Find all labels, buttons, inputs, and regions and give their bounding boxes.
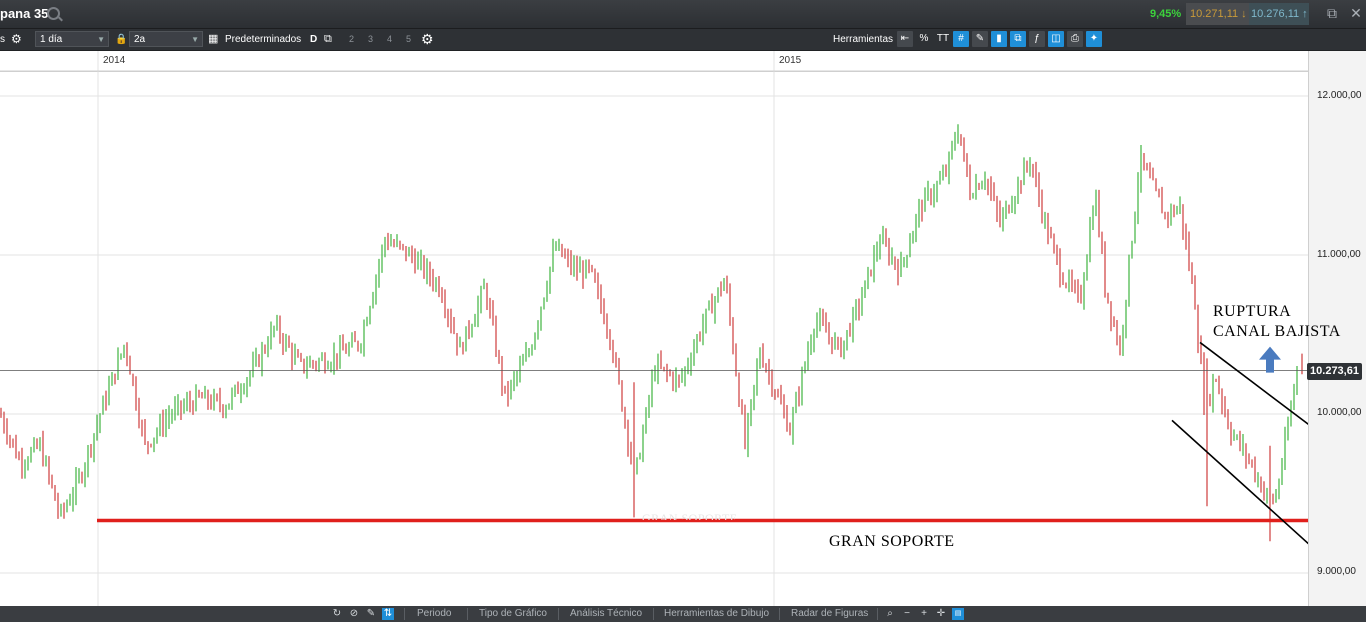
- zoom-search-icon[interactable]: ⌕: [884, 608, 896, 620]
- settings-gear-icon[interactable]: ⚙: [11, 29, 22, 50]
- buy-price: 10.276,11: [1251, 8, 1300, 20]
- price-chart[interactable]: [0, 51, 1308, 606]
- breakout-annotation-line1: RUPTURA: [1213, 303, 1292, 320]
- divider: [877, 608, 878, 620]
- faded-support-annotation: GRAN SOPORTE: [642, 511, 738, 520]
- interval-select[interactable]: 1 día ▼: [35, 31, 109, 47]
- sort-icon[interactable]: ⇅: [382, 608, 394, 620]
- pencil-icon[interactable]: ✎: [365, 608, 377, 620]
- percent-button[interactable]: %: [916, 31, 932, 47]
- candle-icon[interactable]: ▮: [991, 31, 1007, 47]
- range-select[interactable]: 2a ▼: [129, 31, 203, 47]
- crosshair-back-icon[interactable]: ⇤: [897, 31, 913, 47]
- sell-price: 10.271,11: [1190, 8, 1239, 20]
- buy-price-button[interactable]: 10.276,11 ↑: [1249, 3, 1309, 25]
- down-arrow-icon: ↓: [1238, 8, 1247, 20]
- breakout-arrow-icon: [1259, 346, 1281, 373]
- bottom-bar: ↻ ⊘ ✎ ⇅ Periodo Tipo de Gráfico Análisis…: [0, 606, 1366, 622]
- chart-toolbar: s ⚙ 1 día ▼ 🔒 2a ▼ ▦ Predeterminados D ⧉ 2…: [0, 29, 1366, 51]
- lock-icon[interactable]: 🔒: [115, 29, 127, 50]
- divider: [404, 608, 405, 620]
- divider: [653, 608, 654, 620]
- grid-icon[interactable]: #: [953, 31, 969, 47]
- interval-value: 1 día: [40, 34, 63, 45]
- preset-settings-gear-icon[interactable]: ⚙: [421, 29, 434, 50]
- menu-period[interactable]: Periodo: [417, 608, 451, 619]
- indicator-icon[interactable]: ƒ: [1029, 31, 1045, 47]
- preset-export-icon[interactable]: ⧉: [324, 29, 332, 50]
- divider: [779, 608, 780, 620]
- zoom-in-icon[interactable]: +: [918, 608, 930, 620]
- tools-label: Herramientas: [833, 34, 894, 45]
- zoom-out-icon[interactable]: −: [901, 608, 913, 620]
- toolbar-left-label: s: [0, 34, 5, 45]
- print-icon[interactable]: ⎙: [1067, 31, 1083, 47]
- change-percent: 9,45%: [1150, 8, 1182, 20]
- text-tool-button[interactable]: TT: [935, 31, 951, 47]
- instrument-title: pana 35: [0, 6, 49, 21]
- maximize-icon[interactable]: ⧉: [1324, 5, 1340, 21]
- sell-price-button[interactable]: 10.271,11 ↓: [1186, 3, 1250, 25]
- menu-pattern-radar[interactable]: Radar de Figuras: [791, 608, 868, 619]
- y-tick-label: 11.000,00: [1317, 249, 1361, 260]
- last-price-tag: 10.273,61: [1307, 363, 1362, 380]
- crosshair-icon[interactable]: ✛: [935, 608, 947, 620]
- compare-icon[interactable]: ⧉: [1010, 31, 1026, 47]
- y-tick-label: 10.000,00: [1317, 407, 1362, 418]
- preset-d-button[interactable]: D: [310, 29, 317, 50]
- preset-slot-3[interactable]: 3: [363, 32, 378, 47]
- y-tick-label: 12.000,00: [1317, 90, 1362, 101]
- preset-slot-2[interactable]: 2: [344, 32, 359, 47]
- config-tools-icon[interactable]: ✦: [1086, 31, 1102, 47]
- menu-technical-analysis[interactable]: Análisis Técnico: [570, 608, 642, 619]
- menu-chart-type[interactable]: Tipo de Gráfico: [479, 608, 547, 619]
- chevron-down-icon: ▼: [191, 35, 199, 44]
- menu-drawing-tools[interactable]: Herramientas de Dibujo: [664, 608, 769, 619]
- close-icon[interactable]: ✕: [1348, 5, 1364, 21]
- search-icon[interactable]: [47, 7, 60, 20]
- calendar-icon[interactable]: ▦: [208, 29, 218, 50]
- channel-upper-line: [1199, 341, 1308, 426]
- presets-label[interactable]: Predeterminados: [225, 29, 301, 50]
- chevron-down-icon: ▼: [97, 35, 105, 44]
- up-arrow-icon: ↑: [1299, 8, 1308, 20]
- divider: [558, 608, 559, 620]
- divider: [467, 608, 468, 620]
- preset-slot-5[interactable]: 5: [401, 32, 416, 47]
- block-icon[interactable]: ⊘: [348, 608, 360, 620]
- preset-slot-4[interactable]: 4: [382, 32, 397, 47]
- eraser-icon[interactable]: ◫: [1048, 31, 1064, 47]
- refresh-icon[interactable]: ↻: [331, 608, 343, 620]
- support-annotation: GRAN SOPORTE: [829, 533, 955, 550]
- breakout-annotation-line2: CANAL BAJISTA: [1213, 323, 1341, 340]
- fit-icon[interactable]: ▤: [952, 608, 964, 620]
- y-tick-label: 9.000,00: [1317, 566, 1356, 577]
- top-bar: pana 35 9,45% 10.271,11 ↓ 10.276,11 ↑ ⧉ …: [0, 0, 1366, 29]
- pencil-icon[interactable]: ✎: [972, 31, 988, 47]
- range-value: 2a: [134, 34, 146, 45]
